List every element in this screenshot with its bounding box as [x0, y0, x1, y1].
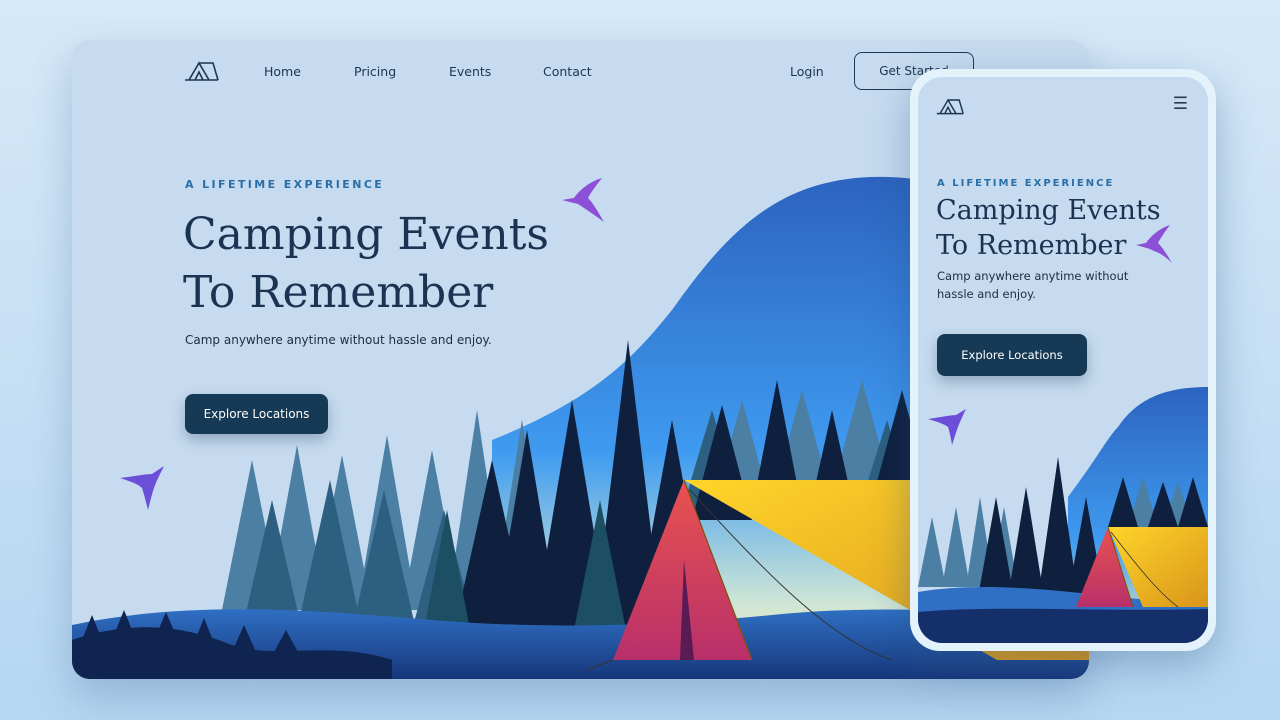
nav-link-home[interactable]: Home — [264, 64, 301, 79]
mobile-hero-eyebrow: A LIFETIME EXPERIENCE — [937, 178, 1115, 189]
hummingbird-icon — [1136, 225, 1172, 263]
explore-locations-button[interactable]: Explore Locations — [185, 394, 328, 434]
hero-title-line-1: Camping Events — [183, 209, 549, 260]
hero-title-line-2: To Remember — [183, 267, 494, 318]
nav-link-contact[interactable]: Contact — [543, 64, 592, 79]
mobile-hero-subtitle: Camp anywhere anytime without hassle and… — [937, 269, 1129, 301]
mobile-screen: ☰ A LIFETIME EXPERIENCE Camping Events T… — [918, 77, 1208, 643]
hummingbird-icon — [562, 178, 604, 222]
login-link[interactable]: Login — [790, 64, 824, 79]
hero-subtitle: Camp anywhere anytime without hassle and… — [185, 333, 492, 347]
tent-logo-icon[interactable] — [935, 96, 965, 116]
tent-logo-icon[interactable] — [183, 58, 220, 83]
hummingbird-icon — [120, 466, 164, 510]
hero-title: Camping Events To Remember — [183, 206, 603, 322]
nav-link-pricing[interactable]: Pricing — [354, 64, 396, 79]
mobile-hero-title-line-1: Camping Events — [936, 195, 1161, 226]
mobile-explore-locations-button[interactable]: Explore Locations — [937, 334, 1087, 376]
nav-link-events[interactable]: Events — [449, 64, 491, 79]
hero-eyebrow: A LIFETIME EXPERIENCE — [185, 178, 385, 191]
mobile-mockup: ☰ A LIFETIME EXPERIENCE Camping Events T… — [910, 69, 1216, 651]
hummingbird-icon — [928, 409, 966, 445]
hamburger-menu-icon[interactable]: ☰ — [1173, 94, 1188, 114]
